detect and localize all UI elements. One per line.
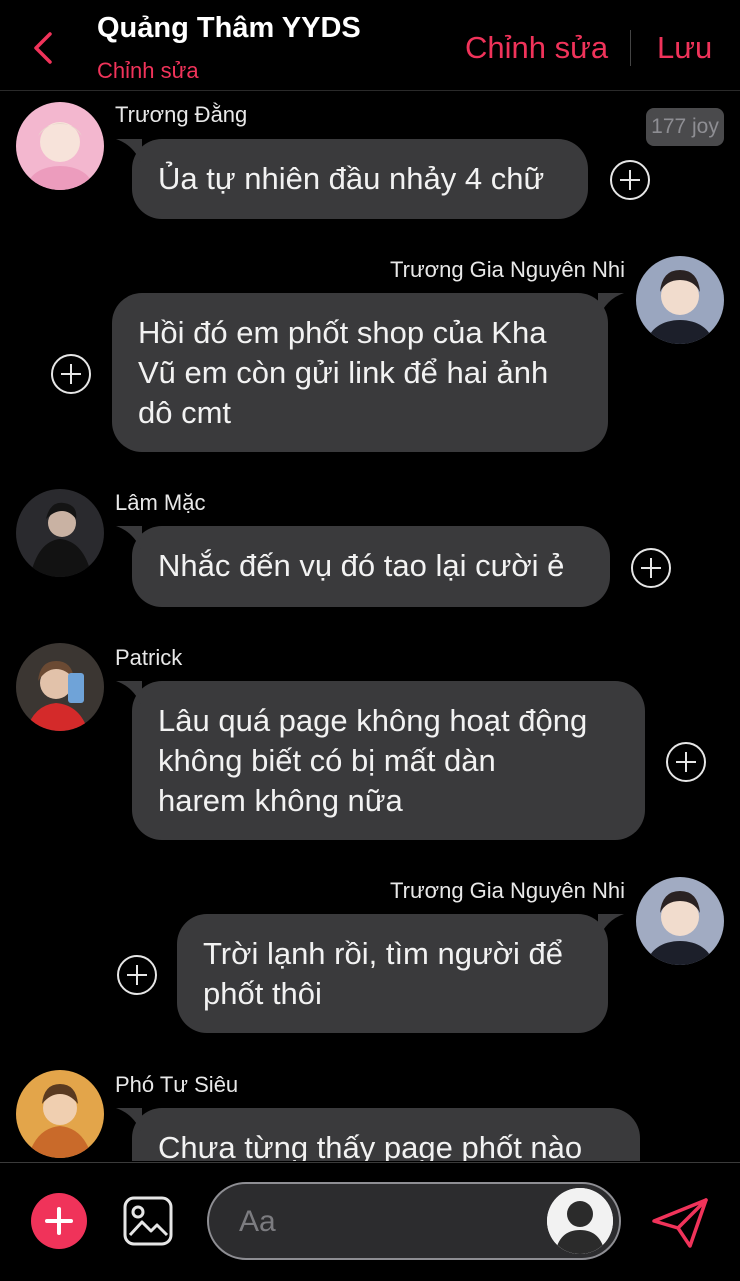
- save-button[interactable]: Lưu: [657, 30, 712, 66]
- message-text: Chưa từng thấy page phốt nào: [158, 1130, 583, 1161]
- message-input[interactable]: [237, 1198, 541, 1246]
- react-plus-icon[interactable]: [117, 955, 157, 995]
- sender-name: Lâm Mặc: [115, 490, 206, 515]
- message-bubble[interactable]: Chưa từng thấy page phốt nào: [116, 1108, 640, 1161]
- react-plus-icon[interactable]: [610, 160, 650, 200]
- edit-button[interactable]: Chỉnh sửa: [465, 30, 608, 66]
- image-icon[interactable]: [122, 1195, 174, 1247]
- chat-title: Quảng Thâm YYDS: [97, 12, 361, 44]
- message-text: phốt thôi: [203, 976, 322, 1011]
- chat-header: Quảng Thâm YYDS Chỉnh sửa Chỉnh sửa Lưu: [0, 0, 740, 91]
- message-list[interactable]: 177 joy Trương Đằng Ủa tự nhiên đầu nhảy…: [0, 91, 740, 1161]
- sender-name: Trương Gia Nguyên Nhi: [390, 257, 625, 282]
- sender-name: Phó Tư Siêu: [115, 1072, 239, 1097]
- avatar[interactable]: [636, 256, 724, 344]
- sender-name: Trương Gia Nguyên Nhi: [390, 878, 625, 903]
- sender-name: Patrick: [115, 645, 183, 670]
- chat-subtitle[interactable]: Chỉnh sửa: [97, 58, 199, 84]
- message-text: Nhắc đến vụ đó tao lại cười ẻ: [158, 548, 565, 583]
- send-icon[interactable]: [650, 1197, 710, 1249]
- back-icon[interactable]: [28, 28, 62, 68]
- avatar[interactable]: [16, 1070, 104, 1158]
- message-bubble[interactable]: Trời lạnh rồi, tìm người để phốt thôi: [177, 914, 624, 1033]
- message-text: Hồi đó em phốt shop của Kha: [138, 315, 547, 350]
- message-text: Trời lạnh rồi, tìm người để: [203, 936, 564, 971]
- header-divider: [630, 30, 631, 66]
- joy-badge: 177 joy: [646, 108, 724, 146]
- avatar[interactable]: [16, 489, 104, 577]
- message-text: Vũ em còn gửi link để hai ảnh: [138, 355, 549, 390]
- message-bubble[interactable]: Lâu quá page không hoạt động không biết …: [116, 681, 645, 840]
- add-button[interactable]: [31, 1193, 87, 1249]
- message-bubble[interactable]: Ủa tự nhiên đầu nhảy 4 chữ: [116, 139, 588, 219]
- avatar[interactable]: [636, 877, 724, 965]
- avatar[interactable]: [16, 643, 104, 731]
- message-input-wrapper: [207, 1182, 621, 1260]
- message-text: không biết có bị mất dàn: [158, 743, 496, 778]
- message-text: dô cmt: [138, 395, 232, 430]
- react-plus-icon[interactable]: [631, 548, 671, 588]
- default-avatar-icon[interactable]: [547, 1188, 613, 1254]
- sender-name: Trương Đằng: [115, 102, 248, 127]
- message-text: harem không nữa: [158, 783, 403, 818]
- message-bubble[interactable]: Hồi đó em phốt shop của Kha Vũ em còn gử…: [112, 293, 624, 452]
- composer-bar: [0, 1162, 740, 1281]
- message-text: Ủa tự nhiên đầu nhảy 4 chữ: [158, 161, 545, 196]
- message-text: Lâu quá page không hoạt động: [158, 703, 588, 738]
- react-plus-icon[interactable]: [51, 354, 91, 394]
- react-plus-icon[interactable]: [666, 742, 706, 782]
- message-bubble[interactable]: Nhắc đến vụ đó tao lại cười ẻ: [116, 526, 610, 607]
- avatar[interactable]: [16, 102, 104, 190]
